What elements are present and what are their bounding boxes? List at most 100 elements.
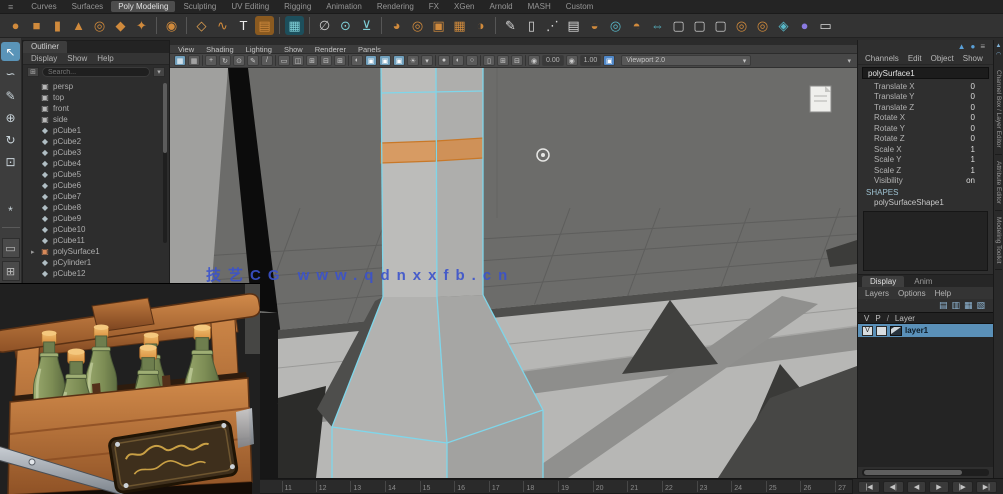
outliner-item[interactable]: ◆ pCylinder1 — [29, 257, 169, 268]
attribute-value[interactable]: 0 — [971, 92, 975, 101]
layer-new-icon[interactable]: ▦ — [964, 300, 973, 311]
frame-tick[interactable]: 24 — [731, 481, 742, 492]
outliner-item[interactable]: ▸ ▣ polySurface1 — [29, 246, 169, 257]
layer-move-icon[interactable]: ▤ — [939, 300, 948, 311]
speed-icon[interactable]: ● — [970, 42, 975, 51]
poly-cylinder-icon[interactable]: ▮ — [48, 16, 67, 35]
color-mgmt-icon[interactable]: ▣ — [603, 55, 615, 66]
outliner-item[interactable]: ◆ pCube7 — [29, 191, 169, 202]
attribute-value[interactable]: 1 — [971, 155, 975, 164]
outliner-item[interactable]: ◆ pCube6 — [29, 180, 169, 191]
layer-editor-scrollbar[interactable] — [862, 469, 989, 476]
hybrid-icon[interactable]: ≡ — [980, 42, 985, 51]
frame-tick[interactable]: 14 — [385, 481, 396, 492]
manip-icon[interactable]: ▲ — [958, 42, 966, 51]
joint-tool-icon[interactable]: ⊙ — [336, 16, 355, 35]
magnet-icon[interactable]: ◠ — [996, 51, 1001, 58]
ao-menu-icon[interactable]: ▾ — [421, 55, 433, 66]
layer-editor-menu-item[interactable]: Help — [935, 289, 951, 298]
mirror-icon[interactable]: ⇔ — [648, 16, 667, 35]
outliner-search-input[interactable] — [42, 67, 150, 77]
viewport-menu-item[interactable]: Show — [284, 45, 303, 54]
outliner-menu-item[interactable]: Display — [31, 54, 57, 63]
frame-tick[interactable]: 23 — [697, 481, 708, 492]
field-guide-icon[interactable]: ⊞ — [497, 55, 509, 66]
lattice-icon[interactable]: ◈ — [774, 16, 793, 35]
frame-tick[interactable]: 20 — [593, 481, 604, 492]
viewport-menu-item[interactable]: Panels — [358, 45, 381, 54]
outliner-menu-item[interactable]: Help — [97, 54, 113, 63]
curve-tool-icon[interactable]: ∿ — [213, 16, 232, 35]
half-sphere-icon[interactable]: ◑ — [471, 16, 490, 35]
outliner-item[interactable]: ◆ pCube4 — [29, 158, 169, 169]
wireframe-icon[interactable]: ◐ — [351, 55, 363, 66]
shaded-icon[interactable]: ▣ — [365, 55, 377, 66]
toolbar-overflow-caret[interactable]: ▾ — [847, 57, 851, 65]
attribute-value[interactable]: 1 — [971, 166, 975, 175]
frame-tick[interactable]: 25 — [766, 481, 777, 492]
quad-draw-icon[interactable]: ◇ — [192, 16, 211, 35]
snap-box-3-icon[interactable]: ▢ — [711, 16, 730, 35]
play-forward-button[interactable]: ▶ — [929, 481, 948, 493]
outliner-item[interactable]: ▣ side — [29, 114, 169, 125]
teal-ring-icon[interactable]: ◎ — [606, 16, 625, 35]
channel-attribute-row[interactable]: Scale X 1 — [858, 144, 993, 155]
layer-editor-menu-item[interactable]: Options — [898, 289, 926, 298]
frame-tick[interactable]: 16 — [454, 481, 465, 492]
frame-tick[interactable]: 21 — [627, 481, 638, 492]
sidebar-vertical-tab[interactable]: Attribute Editor — [995, 155, 1002, 211]
rotate-tool[interactable]: ↻ — [1, 130, 20, 149]
notebook-icon[interactable]: ▯ — [522, 16, 541, 35]
channel-attribute-row[interactable]: Translate X 0 — [858, 81, 993, 92]
channel-attribute-row[interactable]: Rotate Y 0 — [858, 123, 993, 134]
center-pivot-icon[interactable]: ⊙ — [233, 55, 245, 66]
viewport-menu-item[interactable]: Lighting — [246, 45, 272, 54]
shelf-tab[interactable]: MASH — [521, 1, 558, 12]
scale-tool[interactable]: ⊡ — [1, 152, 20, 171]
shelf-tab[interactable]: Curves — [24, 1, 63, 12]
snap-box-2-icon[interactable]: ▢ — [690, 16, 709, 35]
svg-tool-icon[interactable]: ▤ — [255, 16, 274, 35]
smear-down-icon[interactable]: ◒ — [585, 16, 604, 35]
layer-color-swatch[interactable] — [890, 326, 902, 336]
uv-editor-icon[interactable]: ▤ — [564, 16, 583, 35]
exposure-field[interactable]: 0.00 — [542, 55, 564, 66]
outliner-menu-item[interactable]: Show — [67, 54, 87, 63]
toon-ring-icon[interactable]: ◎ — [408, 16, 427, 35]
shelf-tab[interactable]: Rigging — [277, 1, 318, 12]
attribute-value[interactable]: 0 — [971, 134, 975, 143]
go-to-start-button[interactable]: |◀ — [858, 481, 879, 493]
play-backwards-button[interactable]: ◀ — [907, 481, 926, 493]
shelf-tab[interactable]: Sculpting — [176, 1, 223, 12]
channel-attribute-row[interactable]: Scale Z 1 — [858, 165, 993, 176]
line-icon[interactable]: / — [261, 55, 273, 66]
paint-effects-icon[interactable]: ◕ — [387, 16, 406, 35]
frame-tick[interactable]: 27 — [835, 481, 846, 492]
lasso-tool[interactable]: ∽ — [1, 64, 20, 83]
gate-mask-icon[interactable]: ▯ — [483, 55, 495, 66]
two-pane-icon[interactable]: ⊟ — [320, 55, 332, 66]
frame-tick[interactable]: 13 — [350, 481, 361, 492]
dashed-line-icon[interactable]: ⋰ — [543, 16, 562, 35]
pane-single-icon[interactable]: ▦ — [174, 55, 186, 66]
gamma-field[interactable]: 1.00 — [580, 55, 602, 66]
globe-icon[interactable]: ● — [795, 16, 814, 35]
channel-box-menu-item[interactable]: Show — [963, 54, 983, 63]
renderer-dropdown[interactable]: Viewport 2.0 ▾ — [621, 55, 751, 66]
layout-four-pane[interactable]: ⊞ — [2, 261, 20, 281]
joint-xray-icon[interactable]: ○ — [466, 55, 478, 66]
xray-icon[interactable]: ◐ — [452, 55, 464, 66]
layer-editor-menu-item[interactable]: Layers — [865, 289, 889, 298]
shelf-tab[interactable]: Surfaces — [65, 1, 111, 12]
shelf-tab[interactable]: Animation — [319, 1, 369, 12]
isolate-select-icon[interactable]: ● — [438, 55, 450, 66]
viewport-canvas[interactable]: 技艺CG www.qdnxxfb.cn persp — [170, 68, 857, 478]
ring-b-icon[interactable]: ◎ — [753, 16, 772, 35]
shape-node-name[interactable]: polySurfaceShape1 — [858, 198, 993, 209]
outliner-item[interactable]: ◆ pCube3 — [29, 147, 169, 158]
grease-pencil-icon[interactable]: ✎ — [247, 55, 259, 66]
poly-disc-icon[interactable]: ✦ — [132, 16, 151, 35]
viewport-menu-item[interactable]: View — [178, 45, 194, 54]
spreadsheet-icon[interactable]: ▦ — [285, 16, 304, 35]
outliner-item[interactable]: ◆ pCube5 — [29, 169, 169, 180]
